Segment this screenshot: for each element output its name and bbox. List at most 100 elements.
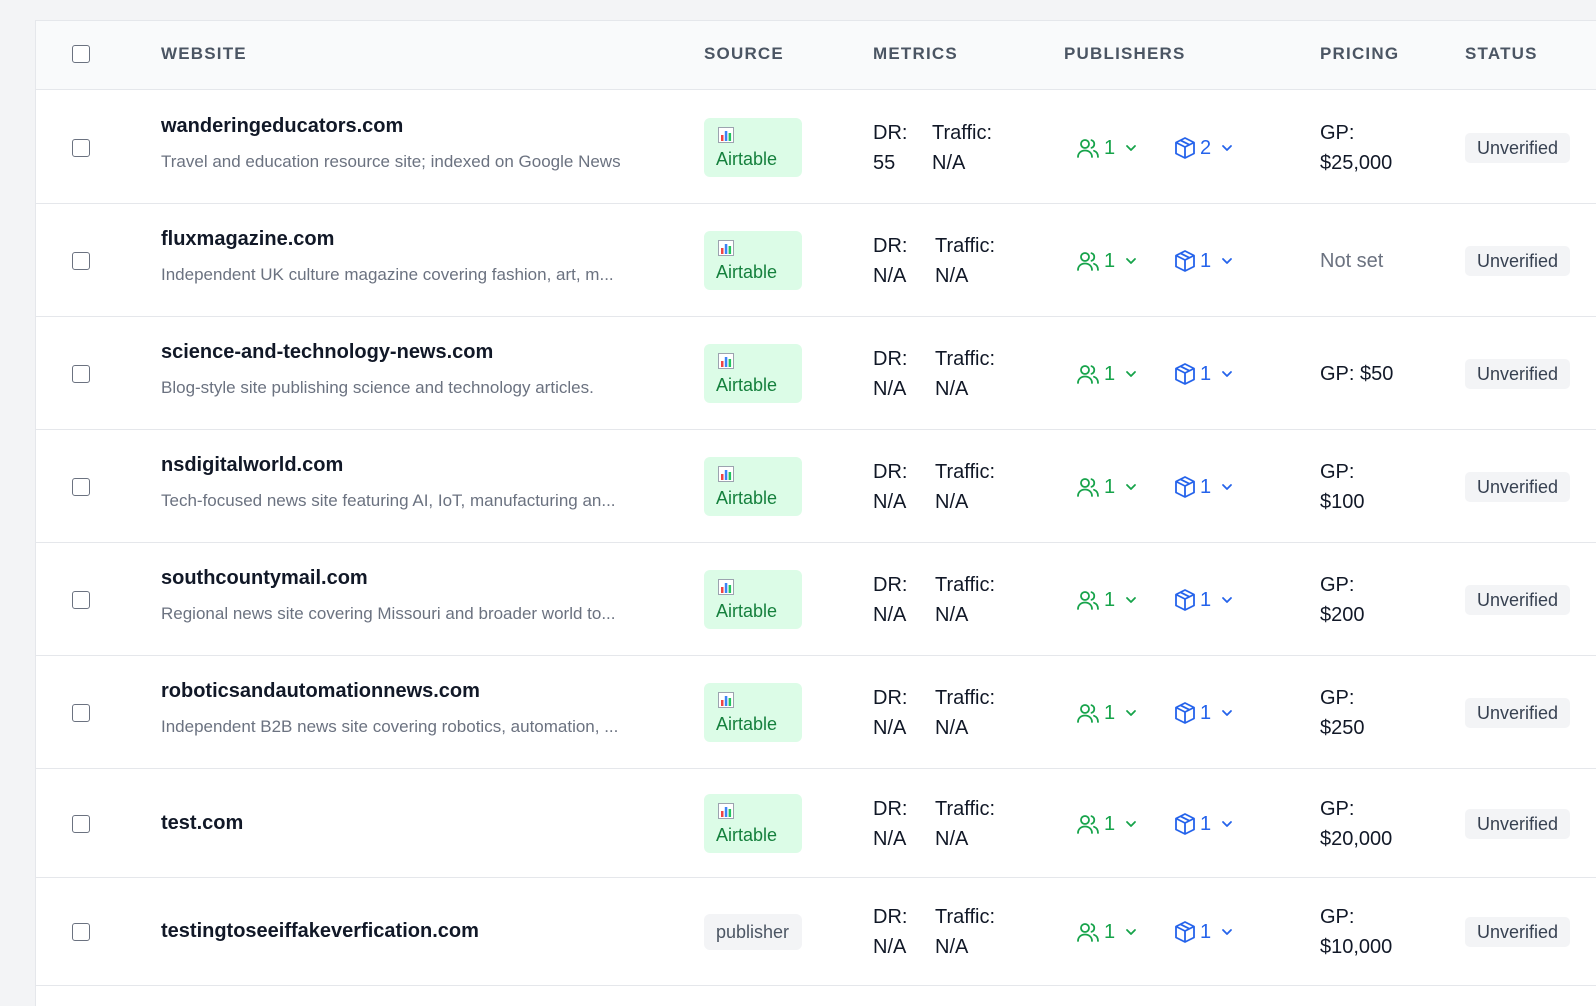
pricing-cell: GP: $50 xyxy=(1320,359,1393,389)
publishers-dropdown[interactable]: 1 xyxy=(1076,809,1137,839)
row-checkbox[interactable] xyxy=(72,923,90,941)
pricing-value: $20,000 xyxy=(1320,828,1393,850)
table-row[interactable]: science-and-technology-news.com Blog-styl… xyxy=(36,317,1596,430)
offerings-dropdown[interactable]: 1 xyxy=(1174,472,1233,502)
chevron-down-icon xyxy=(1119,820,1137,828)
table-row[interactable]: wanderingeducators.com Travel and educati… xyxy=(36,91,1596,204)
table-row[interactable]: test.com Airtable DR: N/A Traffic: N/A 1 1 GP: $2… xyxy=(36,769,1596,878)
website-name[interactable]: fluxmagazine.com xyxy=(161,228,334,251)
package-icon xyxy=(1174,136,1196,160)
publishers-dropdown[interactable]: 1 xyxy=(1076,133,1137,163)
dr-label: DR: xyxy=(873,461,908,483)
column-header-pricing[interactable]: PRICING xyxy=(1320,44,1399,64)
publishers-count: 1 xyxy=(1104,362,1116,385)
publishers-dropdown[interactable]: 1 xyxy=(1076,472,1137,502)
row-checkbox[interactable] xyxy=(72,815,90,833)
dr-label: DR: xyxy=(873,574,908,596)
dr-value: N/A xyxy=(873,717,907,739)
pricing-label: GP: xyxy=(1320,122,1355,144)
bar-chart-icon xyxy=(718,240,734,256)
offerings-count: 2 xyxy=(1200,136,1212,159)
package-icon xyxy=(1174,475,1196,499)
websites-table: WEBSITE SOURCE METRICS PUBLISHERS PRICIN… xyxy=(35,20,1596,1006)
website-name[interactable]: testingtoseeiffakeverfication.com xyxy=(161,920,479,943)
bar-chart-icon xyxy=(718,692,734,708)
chevron-down-icon xyxy=(1119,144,1137,152)
chevron-down-icon xyxy=(1215,483,1233,491)
row-checkbox[interactable] xyxy=(72,365,90,383)
column-header-website[interactable]: WEBSITE xyxy=(161,44,247,64)
traffic-value: N/A xyxy=(935,491,969,513)
website-name[interactable]: roboticsandautomationnews.com xyxy=(161,680,480,703)
website-name[interactable]: southcountymail.com xyxy=(161,567,368,590)
pricing-label: GP: xyxy=(1320,687,1355,709)
bar-chart-icon xyxy=(718,466,734,482)
dr-label: DR: xyxy=(873,906,908,928)
traffic-metric: Traffic: N/A xyxy=(935,457,995,517)
users-icon xyxy=(1076,589,1100,611)
chevron-down-icon xyxy=(1119,483,1137,491)
source-label: Airtable xyxy=(716,262,778,282)
publishers-dropdown[interactable]: 1 xyxy=(1076,246,1137,276)
status-badge: Unverified xyxy=(1465,246,1571,276)
traffic-metric: Traffic: N/A xyxy=(935,683,995,743)
offerings-dropdown[interactable]: 1 xyxy=(1174,359,1233,389)
package-icon xyxy=(1174,701,1196,725)
website-name[interactable]: test.com xyxy=(161,812,243,835)
website-name[interactable]: science-and-technology-news.com xyxy=(161,341,493,364)
publishers-dropdown[interactable]: 1 xyxy=(1076,698,1137,728)
users-icon xyxy=(1076,702,1100,724)
row-checkbox[interactable] xyxy=(72,478,90,496)
row-checkbox[interactable] xyxy=(72,704,90,722)
website-description: Travel and education resource site; inde… xyxy=(161,152,621,171)
chevron-down-icon xyxy=(1119,596,1137,604)
pricing-label: GP: $50 xyxy=(1320,363,1394,385)
table-row[interactable]: nsdigitalworld.com Tech-focused news site… xyxy=(36,430,1596,543)
publishers-dropdown[interactable]: 1 xyxy=(1076,585,1137,615)
pricing-cell: GP: $10,000 xyxy=(1320,902,1392,962)
traffic-label: Traffic: xyxy=(935,906,996,928)
traffic-metric: Traffic: N/A xyxy=(935,344,995,404)
offerings-dropdown[interactable]: 2 xyxy=(1174,133,1233,163)
offerings-dropdown[interactable]: 1 xyxy=(1174,698,1233,728)
column-header-status[interactable]: STATUS xyxy=(1465,44,1538,64)
table-row[interactable]: fluxmagazine.com Independent UK culture m… xyxy=(36,204,1596,317)
traffic-label: Traffic: xyxy=(935,348,996,370)
publishers-dropdown[interactable]: 1 xyxy=(1076,359,1137,389)
table-row[interactable]: testingtoseeiffakeverfication.com publish… xyxy=(36,878,1596,986)
package-icon xyxy=(1174,249,1196,273)
row-checkbox[interactable] xyxy=(72,252,90,270)
pricing-value: $100 xyxy=(1320,491,1365,513)
website-name[interactable]: wanderingeducators.com xyxy=(161,115,403,138)
chevron-down-icon xyxy=(1215,370,1233,378)
source-label: Airtable xyxy=(716,825,778,845)
offerings-dropdown[interactable]: 1 xyxy=(1174,246,1233,276)
offerings-dropdown[interactable]: 1 xyxy=(1174,809,1233,839)
status-badge: Unverified xyxy=(1465,359,1571,389)
dr-value: N/A xyxy=(873,265,907,287)
chevron-down-icon xyxy=(1215,257,1233,265)
table-row[interactable]: roboticsandautomationnews.com Independent… xyxy=(36,656,1596,769)
publishers-dropdown[interactable]: 1 xyxy=(1076,917,1137,947)
offerings-dropdown[interactable]: 1 xyxy=(1174,917,1233,947)
column-header-metrics[interactable]: METRICS xyxy=(873,44,958,64)
source-label: publisher xyxy=(716,922,790,942)
traffic-metric: Traffic: N/A xyxy=(932,118,992,178)
row-checkbox[interactable] xyxy=(72,139,90,157)
publishers-count: 1 xyxy=(1104,136,1116,159)
row-checkbox[interactable] xyxy=(72,591,90,609)
table-row[interactable]: southcountymail.com Regional news site co… xyxy=(36,543,1596,656)
traffic-metric: Traffic: N/A xyxy=(935,902,995,962)
pricing-cell: GP: $250 xyxy=(1320,683,1365,743)
source-badge: Airtable xyxy=(704,683,802,742)
users-icon xyxy=(1076,137,1100,159)
package-icon xyxy=(1174,812,1196,836)
select-all-checkbox[interactable] xyxy=(72,45,90,63)
column-header-publishers[interactable]: PUBLISHERS xyxy=(1064,44,1186,64)
source-badge: Airtable xyxy=(704,231,802,290)
dr-label: DR: xyxy=(873,122,908,144)
website-name[interactable]: nsdigitalworld.com xyxy=(161,454,343,477)
offerings-dropdown[interactable]: 1 xyxy=(1174,585,1233,615)
column-header-source[interactable]: SOURCE xyxy=(704,44,784,64)
traffic-label: Traffic: xyxy=(935,461,996,483)
